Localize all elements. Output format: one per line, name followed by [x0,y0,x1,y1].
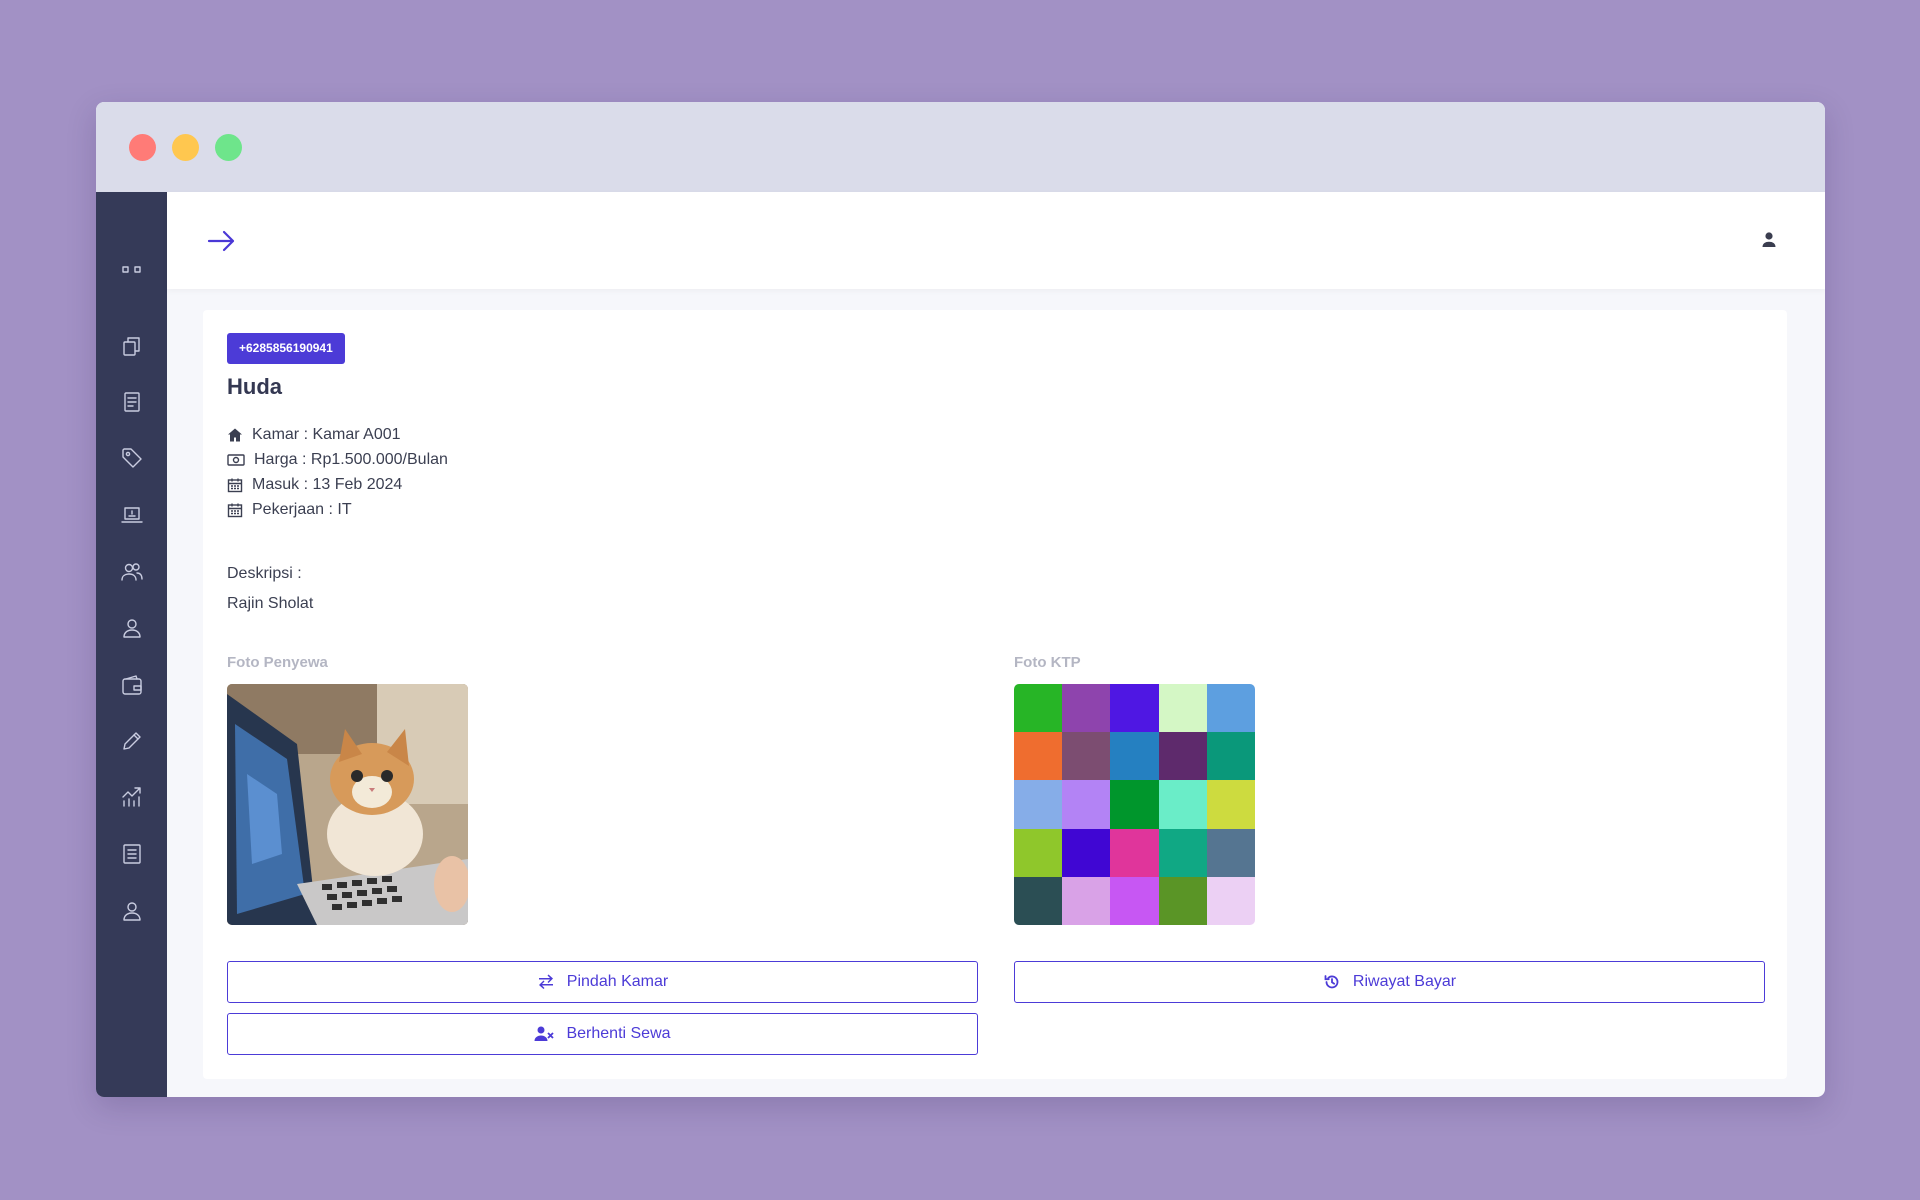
wallet-icon [121,675,142,695]
close-window-button[interactable] [129,134,156,161]
tag-icon [121,448,142,468]
exchange-icon [538,974,553,989]
payment-history-label: Riwayat Bayar [1352,973,1457,990]
ktp-pixel [1158,732,1207,781]
ktp-pixel [1014,684,1063,733]
ktp-pixel [1158,684,1207,733]
sidebar-item-dashboard[interactable] [96,254,167,288]
tenant-info-list: Kamar : Kamar A001 Harga : Rp1.500.000/B… [227,422,448,522]
stop-rent-label: Berhenti Sewa [566,1025,671,1042]
sidebar-toggle-button[interactable] [205,226,237,256]
room-text: Kamar : Kamar A001 [252,425,401,443]
ktp-pixel [1014,732,1063,781]
ktp-pixel [1014,780,1063,829]
ktp-pixel [1206,780,1255,829]
copy-icon [122,337,140,356]
ktp-pixel [1062,684,1111,733]
dashboard-icon [121,266,141,273]
ktp-pixel [1014,828,1063,877]
ktp-pixel [1014,876,1063,925]
ktp-pixel [1158,876,1207,925]
tenant-name: Huda [227,374,282,399]
ktp-pixel [1062,732,1111,781]
ktp-pixel [1062,876,1111,925]
calendar-icon [227,478,243,492]
pencil-icon [122,732,141,750]
ktp-photo[interactable] [1014,684,1255,925]
history-icon [1324,975,1339,989]
ktp-pixel [1206,732,1255,781]
maximize-window-button[interactable] [215,134,242,161]
user-icon [1762,232,1776,247]
sidebar-item-copy[interactable] [96,329,167,363]
sidebar [96,192,167,1097]
move-room-label: Pindah Kamar [566,973,669,990]
price-info: Harga : Rp1.500.000/Bulan [227,447,448,472]
document-icon [123,392,140,412]
tenant-photo-label: Foto Penyewa [227,654,328,671]
report-icon [122,844,141,864]
checkin-text: Masuk : 13 Feb 2024 [252,475,403,493]
minimize-window-button[interactable] [172,134,199,161]
ktp-pixel [1062,780,1111,829]
room-info: Kamar : Kamar A001 [227,422,448,447]
sidebar-item-tag[interactable] [96,441,167,475]
ktp-pixel [1158,828,1207,877]
phone-badge: +6285856190941 [227,333,345,364]
price-text: Harga : Rp1.500.000/Bulan [254,450,448,468]
chart-icon [121,787,141,807]
move-room-button[interactable]: Pindah Kamar [227,961,978,1003]
sidebar-item-report[interactable] [96,837,167,871]
sidebar-item-user[interactable] [96,611,167,645]
description-text: Rajin Sholat [227,595,314,612]
description-label: Deskripsi : [227,565,302,582]
sidebar-item-chart[interactable] [96,780,167,814]
sidebar-item-laptop[interactable] [96,498,167,532]
ktp-pixel [1206,828,1255,877]
user-menu-button[interactable] [1757,228,1781,252]
ktp-pixel [1062,828,1111,877]
sidebar-item-users[interactable] [96,555,167,589]
ktp-pixel [1206,876,1255,925]
stop-rent-button[interactable]: Berhenti Sewa [227,1013,978,1055]
user-remove-icon [534,1026,555,1041]
job-info: Pekerjaan : IT [227,497,448,522]
ktp-pixel [1110,876,1159,925]
users-icon [120,563,143,581]
laptop-icon [120,507,143,523]
top-navbar [167,192,1825,289]
job-text: Pekerjaan : IT [252,500,352,518]
sidebar-item-wallet[interactable] [96,668,167,702]
user-icon [122,619,141,638]
window-titlebar [96,102,1825,192]
calendar-icon [227,503,243,517]
tenant-photo[interactable] [227,684,468,925]
home-icon [228,428,242,441]
ktp-pixel [1110,780,1159,829]
sidebar-item-document[interactable] [96,385,167,419]
ktp-pixel [1110,684,1159,733]
cat-photo-image [227,684,468,925]
ktp-pixel [1206,684,1255,733]
money-icon [227,453,245,466]
checkin-info: Masuk : 13 Feb 2024 [227,472,448,497]
app-window: +6285856190941 Huda Kamar : Kamar A001 H… [96,102,1825,1097]
account-icon [122,902,141,921]
sidebar-item-account[interactable] [96,894,167,928]
ktp-pixel [1110,732,1159,781]
sidebar-item-pencil[interactable] [96,724,167,758]
ktp-photo-label: Foto KTP [1014,654,1081,671]
tenant-detail-card: +6285856190941 Huda Kamar : Kamar A001 H… [203,310,1787,1079]
arrow-right-icon [207,230,235,252]
ktp-pixel [1110,828,1159,877]
payment-history-button[interactable]: Riwayat Bayar [1014,961,1765,1003]
ktp-pixel [1158,780,1207,829]
